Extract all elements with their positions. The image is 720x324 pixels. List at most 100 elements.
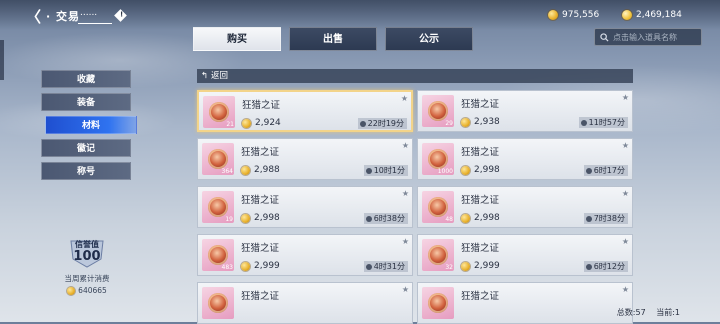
hunt-token-icon [428,293,448,313]
back-arrow-icon[interactable]: 〈 [26,6,41,27]
favorite-star-icon[interactable]: ★ [402,285,409,294]
tab-buy[interactable]: 购买 [193,27,281,51]
back-bar[interactable]: ↰ 返回 [197,69,633,83]
page-title-dots: ...... [80,8,98,18]
gold-coin-icon [241,261,250,271]
item-name: 狂猎之证 [461,291,500,302]
favorite-star-icon[interactable]: ★ [622,189,629,198]
item-quantity: 21 [226,121,234,128]
weekly-spend-amount: 640665 [78,286,107,295]
listing-card[interactable]: 32 ★ 狂猎之证 2,999 6时12分 [417,234,633,276]
item-thumbnail: 21 [203,96,235,128]
item-quantity: 364 [221,168,233,175]
hunt-token-icon [208,149,228,169]
item-price-value: 2,998 [474,165,500,175]
item-name: 狂猎之证 [461,243,500,254]
hunt-token-icon [428,197,448,217]
favorite-star-icon[interactable]: ★ [622,93,629,102]
favorite-star-icon[interactable]: ★ [401,94,408,103]
item-quantity: 19 [225,216,233,223]
tab-sell[interactable]: 出售 [289,27,377,51]
item-price: 2,988 [241,165,280,175]
item-thumbnail: 364 [202,143,234,175]
search-box[interactable] [594,28,702,46]
gold-coin-icon [241,213,250,223]
time-remaining-value: 11时57分 [588,118,625,127]
pagination-info: 总数:57 当前:1 [609,307,680,318]
item-price: 2,998 [461,213,500,223]
time-remaining: 6时38分 [363,213,408,224]
time-remaining-value: 4时31分 [373,262,405,271]
time-remaining: 11时57分 [578,117,628,128]
listing-card[interactable]: ★ 狂猎之证 [417,282,633,324]
tab-bar: 购买 出售 公示 [193,27,481,51]
listing-card[interactable]: 19 ★ 狂猎之证 2,998 6时38分 [197,186,413,228]
listing-card[interactable]: 1000 ★ 狂猎之证 2,998 6时17分 [417,138,633,180]
item-thumbnail: 48 [422,191,454,223]
sidebar-item-materials[interactable]: 材料 [45,116,137,134]
hunt-token-icon [209,102,229,122]
listing-card[interactable]: 48 ★ 狂猎之证 2,998 7时38分 [417,186,633,228]
listing-card[interactable]: 29 ★ 狂猎之证 2,938 11时57分 [417,90,633,132]
item-price: 2,924 [242,118,281,128]
listing-card[interactable]: ★ 狂猎之证 [197,282,413,324]
sidebar-item-equipment[interactable]: 装备 [41,93,131,111]
item-quantity: 32 [445,264,453,271]
time-remaining: 6时17分 [583,165,628,176]
gold-amount: 975,556 [562,10,600,20]
gold-coin-icon [67,286,76,295]
diamond-currency: 2,469,184 [622,10,682,20]
sidebar-item-emblems[interactable]: 徽记 [41,139,131,157]
listing-card[interactable]: 483 ★ 狂猎之证 2,999 4时31分 [197,234,413,276]
weekly-spend-label: 当周累计消费 [64,274,110,283]
gold-coin-icon [548,10,558,20]
hunt-token-icon [208,245,228,265]
item-name: 狂猎之证 [241,147,280,158]
item-name: 狂猎之证 [461,147,500,158]
clock-icon [365,215,372,222]
clock-icon [585,263,592,270]
time-remaining: 22时19分 [357,118,407,129]
listing-card[interactable]: 21 ★ 狂猎之证 2,924 22时19分 [197,90,413,132]
item-quantity: 483 [221,264,233,271]
hunt-token-icon [208,293,228,313]
hunt-token-icon [428,245,448,265]
time-remaining: 10时1分 [363,165,408,176]
weekly-spend: 640665 [52,286,122,295]
favorite-star-icon[interactable]: ★ [402,141,409,150]
gold-currency: 975,556 [548,10,599,20]
time-remaining: 7时38分 [583,213,628,224]
favorite-star-icon[interactable]: ★ [402,189,409,198]
clock-icon [585,215,592,222]
item-price-value: 2,938 [474,117,500,127]
total-count: 总数:57 [616,308,646,317]
item-price-value: 2,999 [254,261,280,271]
favorite-star-icon[interactable]: ★ [622,285,629,294]
current-page: 当前:1 [656,308,680,317]
info-icon[interactable]: ! [114,9,127,22]
item-name: 狂猎之证 [461,195,500,206]
item-thumbnail: 32 [422,239,454,271]
sidebar-item-favorites[interactable]: 收藏 [41,70,131,88]
edge-handle[interactable] [0,40,4,80]
favorite-star-icon[interactable]: ★ [622,141,629,150]
page-title: · 交易 [46,10,81,23]
clock-icon [365,263,372,270]
sidebar-item-titles[interactable]: 称号 [41,162,131,180]
item-name: 狂猎之证 [241,291,280,302]
favorite-star-icon[interactable]: ★ [402,237,409,246]
item-price: 2,998 [461,165,500,175]
tab-public[interactable]: 公示 [385,27,473,51]
item-price-value: 2,998 [254,213,280,223]
time-remaining: 4时31分 [363,261,408,272]
gold-coin-icon [242,118,251,128]
gold-coin-icon [241,165,250,175]
search-icon [600,32,609,42]
favorite-star-icon[interactable]: ★ [622,237,629,246]
clock-icon [585,167,592,174]
item-quantity: 1000 [437,168,453,175]
search-input[interactable] [613,32,695,42]
time-remaining-value: 10时1分 [373,166,405,175]
hunt-token-icon [428,149,448,169]
listing-card[interactable]: 364 ★ 狂猎之证 2,988 10时1分 [197,138,413,180]
